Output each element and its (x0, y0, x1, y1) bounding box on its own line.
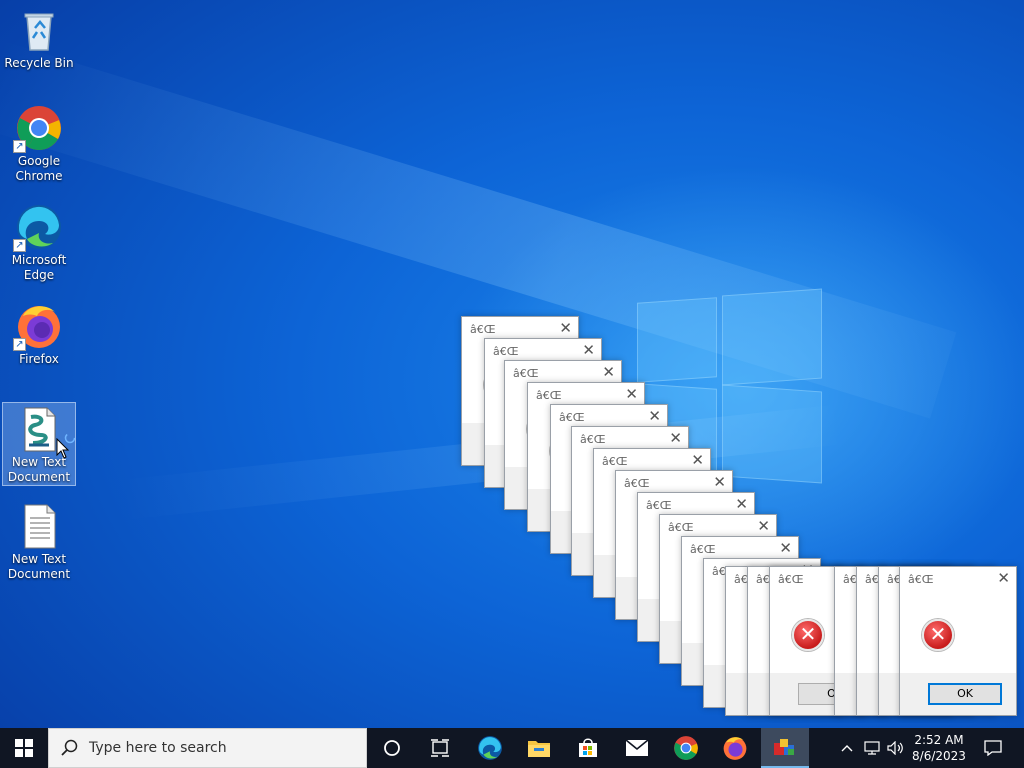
shortcut-arrow-icon: ↗ (13, 239, 26, 252)
ok-button[interactable]: OK (928, 683, 1002, 705)
desktop-icon-label: Firefox (19, 352, 59, 366)
search-placeholder: Type here to search (89, 740, 227, 756)
error-dialog[interactable]: â€Œ ✕ ✕ OK (899, 566, 1017, 716)
busy-cursor-icon (64, 432, 76, 444)
volume-button[interactable] (884, 728, 908, 768)
firefox-icon: ↗ (13, 302, 63, 351)
desktop-icon-google-chrome[interactable]: ↗ Google Chrome (2, 104, 76, 184)
close-icon[interactable]: ✕ (713, 473, 726, 491)
desktop-icon-new-text-document[interactable]: New Text Document (2, 502, 76, 582)
taskbar-file-explorer-button[interactable] (516, 728, 562, 768)
desktop-icon-label: Microsoft Edge (11, 253, 67, 282)
close-icon[interactable]: ✕ (757, 517, 770, 535)
network-icon (864, 741, 880, 755)
close-icon[interactable]: ✕ (582, 341, 595, 359)
close-icon[interactable]: ✕ (691, 451, 704, 469)
taskbar-running-app-button[interactable] (761, 728, 809, 768)
windows-logo-pane (637, 297, 717, 383)
dialog-title: â€Œ (580, 433, 606, 446)
close-icon[interactable]: ✕ (602, 363, 615, 381)
text-file-icon (15, 502, 63, 550)
error-icon: ✕ (792, 619, 824, 651)
windows-start-icon (15, 739, 33, 757)
close-icon[interactable]: ✕ (669, 429, 682, 447)
running-app-icon (774, 739, 794, 755)
desktop-icon-label: Recycle Bin (4, 56, 74, 70)
clock-time: 2:52 AM (914, 733, 964, 747)
search-icon (61, 739, 78, 756)
desktop[interactable]: Recycle Bin ↗ Google Chrome ↗ Microsoft … (0, 0, 1024, 728)
taskbar-search-box[interactable]: Type here to search (48, 728, 367, 768)
dialog-title: â€Œ (778, 573, 804, 586)
windows-logo-pane (722, 288, 822, 386)
desktop-icon-label: New Text Document (7, 552, 71, 581)
dialog-title: â€Œ (624, 477, 650, 490)
dialog-title: â€Œ (493, 345, 519, 358)
firefox-icon (723, 737, 747, 760)
chrome-icon (674, 736, 698, 760)
dialog-title: â€Œ (668, 521, 694, 534)
action-center-button[interactable] (978, 728, 1008, 768)
taskbar: Type here to search 2:52 AM 8/6/2023 (0, 728, 1024, 768)
recycle-bin-icon (15, 6, 63, 54)
desktop-icon-firefox[interactable]: ↗ Firefox (2, 302, 76, 367)
mail-icon (625, 739, 649, 756)
close-icon[interactable]: ✕ (648, 407, 661, 425)
chrome-icon: ↗ (13, 104, 63, 153)
clock-date: 8/6/2023 (912, 749, 966, 763)
network-button[interactable] (860, 728, 884, 768)
dialog-title: â€Œ (513, 367, 539, 380)
close-icon[interactable]: ✕ (997, 569, 1010, 587)
store-icon (579, 738, 597, 757)
windows-logo-pane (722, 384, 822, 484)
desktop-icon-microsoft-edge[interactable]: ↗ Microsoft Edge (2, 203, 76, 283)
taskbar-store-button[interactable] (565, 728, 611, 768)
shortcut-arrow-icon: ↗ (13, 338, 26, 351)
dialog-title: â€Œ (646, 499, 672, 512)
desktop-icon-label: Google Chrome (15, 154, 63, 183)
taskbar-edge-button[interactable] (467, 728, 513, 768)
edge-icon: ↗ (13, 203, 63, 252)
desktop-icon-recycle-bin[interactable]: Recycle Bin (2, 6, 76, 71)
chevron-up-icon (841, 745, 853, 752)
cortana-icon (384, 740, 400, 756)
taskbar-firefox-button[interactable] (712, 728, 758, 768)
dialog-title: â€Œ (908, 573, 934, 586)
file-explorer-icon (528, 741, 550, 757)
taskbar-mail-button[interactable] (614, 728, 660, 768)
shortcut-arrow-icon: ↗ (13, 140, 26, 153)
task-view-button[interactable] (418, 728, 462, 768)
close-icon[interactable]: ✕ (779, 539, 792, 557)
close-icon[interactable]: ✕ (625, 385, 638, 403)
volume-icon (887, 741, 903, 755)
close-icon[interactable]: ✕ (559, 319, 572, 337)
cortana-button[interactable] (370, 728, 414, 768)
task-view-icon (431, 739, 449, 757)
edge-icon (478, 736, 502, 760)
notification-icon (984, 740, 1002, 756)
dialog-title: â€Œ (559, 411, 585, 424)
close-icon[interactable]: ✕ (735, 495, 748, 513)
dialog-title: â€Œ (690, 543, 716, 556)
start-button[interactable] (0, 728, 48, 768)
taskbar-chrome-button[interactable] (663, 728, 709, 768)
clock-button[interactable]: 2:52 AM 8/6/2023 (910, 728, 968, 768)
dialog-title: â€Œ (602, 455, 628, 468)
dialog-title: â€Œ (536, 389, 562, 402)
show-hidden-icons-button[interactable] (836, 728, 858, 768)
error-icon: ✕ (922, 619, 954, 651)
dialog-title: â€Œ (470, 323, 496, 336)
